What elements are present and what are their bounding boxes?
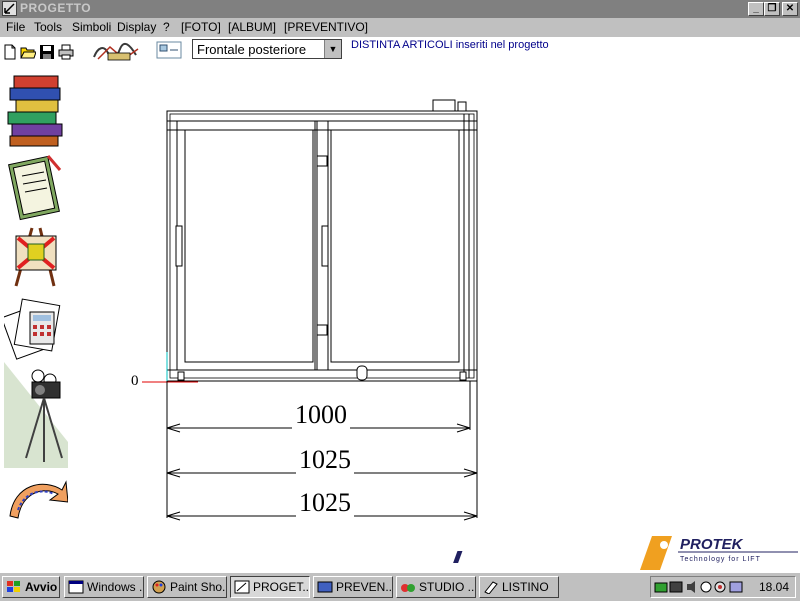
taskbar-windows[interactable]: Windows ... — [64, 576, 144, 598]
windows-logo-icon — [7, 581, 20, 592]
tray-icons[interactable] — [654, 580, 746, 594]
protek-logo: PROTEK Technology for LIFT — [453, 536, 798, 570]
dimension-1025-b: 1025 — [299, 488, 351, 517]
floor-lock — [356, 365, 368, 381]
top-fixture — [432, 99, 456, 112]
protek-brand: PROTEK — [680, 536, 744, 553]
origin-label: 0 — [131, 373, 139, 389]
dimension-1000: 1000 — [295, 400, 347, 429]
right-door — [327, 120, 465, 371]
protek-tagline: Technology for LIFT — [680, 556, 761, 563]
taskbar-studio[interactable]: STUDIO ... — [396, 576, 476, 598]
start-label: Avvio — [25, 580, 58, 594]
listino-app-icon — [484, 581, 498, 594]
system-tray: 18.04 — [650, 576, 796, 598]
hinge-top — [316, 155, 328, 167]
preventivo-app-icon — [317, 581, 333, 593]
left-door-handle — [175, 225, 183, 267]
progetto-app-icon — [234, 580, 250, 594]
taskbar: Avvio Windows ... Paint Sho... PROGET...… — [0, 572, 800, 601]
window-app-icon — [68, 580, 84, 594]
right-door-handle — [321, 225, 329, 267]
taskbar-preventivo[interactable]: PREVEN... — [313, 576, 393, 598]
studio-app-icon — [401, 584, 415, 592]
clock: 18.04 — [758, 580, 789, 594]
dimension-1025-a: 1025 — [299, 445, 351, 474]
taskbar-listino[interactable]: LISTINO — [479, 576, 559, 598]
drawing-canvas[interactable]: 0 1000 1025 1025 PROTEK Technology for L… — [0, 0, 800, 572]
left-door — [176, 120, 318, 371]
hinge-bottom — [316, 324, 328, 336]
start-button[interactable]: Avvio — [2, 576, 60, 598]
taskbar-progetto[interactable]: PROGET... — [230, 576, 310, 598]
taskbar-paintshop[interactable]: Paint Sho... — [147, 576, 227, 598]
paint-app-icon — [152, 580, 166, 594]
